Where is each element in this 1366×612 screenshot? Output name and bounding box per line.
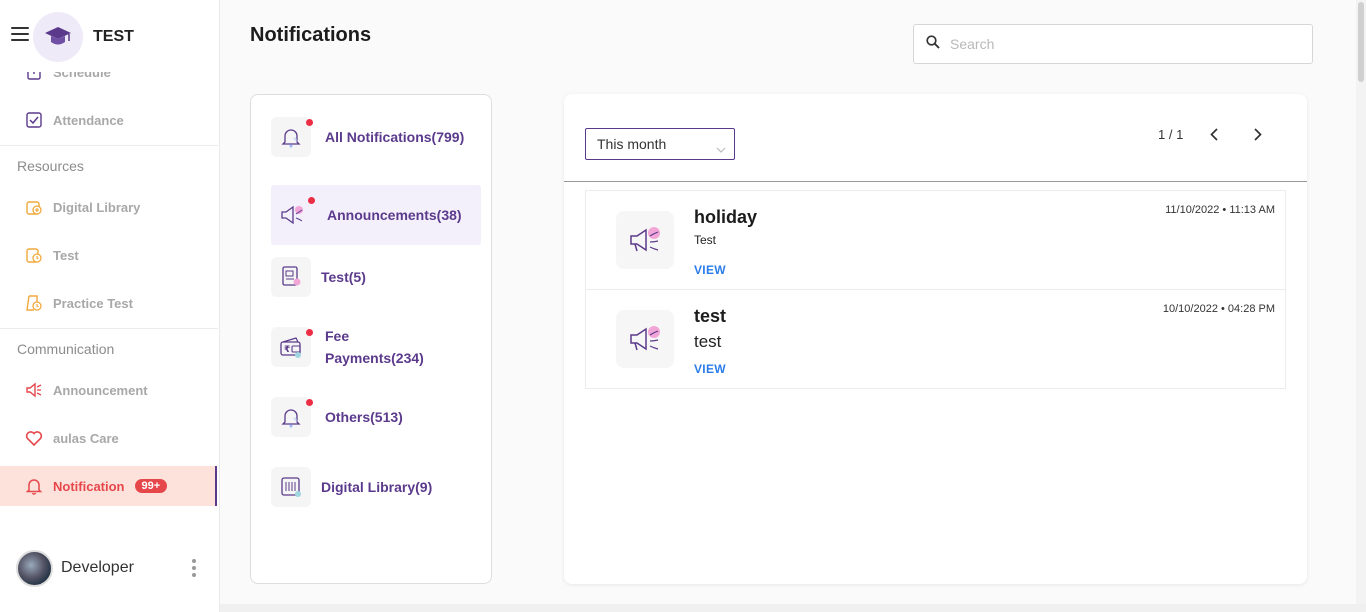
practice-test-icon (25, 294, 43, 312)
divider (0, 328, 218, 329)
section-resources: Resources (17, 158, 84, 174)
sidebar-item-label: Attendance (53, 112, 124, 128)
unread-dot (306, 119, 313, 126)
search-icon (926, 34, 940, 54)
notification-title: holiday (694, 207, 758, 227)
unread-dot (306, 329, 313, 336)
sidebar-item-practice-test[interactable]: Practice Test (0, 283, 217, 323)
sidebar-item-test[interactable]: Test (0, 235, 217, 275)
category-label: Test(5) (321, 269, 366, 285)
sidebar-item-notification[interactable]: Notification 99+ (0, 466, 217, 506)
sidebar-item-aulas-care[interactable]: aulas Care (0, 418, 217, 458)
category-others[interactable]: Others(513) (271, 397, 481, 437)
sidebar-item-label: aulas Care (53, 430, 119, 446)
sidebar-item-label: Announcement (53, 382, 148, 398)
user-name: Developer (61, 559, 134, 576)
notification-body: Test (694, 233, 717, 247)
brand-name: TEST (93, 28, 134, 45)
notification-body: test (694, 332, 722, 351)
user-profile[interactable]: Developer (0, 540, 218, 596)
divider (564, 181, 1307, 182)
chevron-down-icon (716, 140, 726, 156)
checkbox-icon (25, 111, 43, 129)
library-icon (25, 198, 43, 216)
category-label: Announcements(38) (327, 207, 462, 223)
scrollbar[interactable] (1356, 0, 1366, 604)
category-label: Fee Payments(234) (325, 328, 424, 366)
megaphone-icon (273, 195, 315, 235)
notification-item[interactable]: holiday Test VIEW 11/10/2022 • 11:13 AM (585, 190, 1286, 290)
previous-page-chevron-icon[interactable] (1206, 126, 1222, 142)
unread-dot (306, 399, 313, 406)
category-label: All Notifications(799) (325, 129, 465, 145)
sidebar-item-announcement[interactable]: Announcement (0, 370, 217, 410)
sidebar-item-label: Notification (53, 478, 125, 494)
view-link[interactable]: VIEW (694, 362, 726, 376)
megaphone-icon (616, 310, 674, 368)
category-test[interactable]: Test(5) (271, 257, 481, 297)
graduation-cap-logo-icon (33, 12, 83, 62)
bell-icon (271, 397, 313, 437)
category-label: Others(513) (325, 409, 403, 425)
bell-icon (25, 477, 43, 495)
notification-item[interactable]: test test VIEW 10/10/2022 • 04:28 PM (585, 289, 1286, 389)
library-icon (271, 467, 311, 507)
sidebar-item-digital-library[interactable]: Digital Library (0, 187, 217, 227)
notification-title: test (694, 306, 727, 326)
more-options-icon[interactable] (192, 559, 196, 580)
sidebar: Schedule TEST Attendance Resources Digit… (0, 0, 220, 612)
sidebar-header: TEST (0, 0, 218, 72)
next-page-chevron-icon[interactable] (1250, 126, 1266, 142)
sidebar-item-attendance[interactable]: Attendance (0, 100, 217, 140)
megaphone-icon (25, 381, 43, 399)
sidebar-item-label: Practice Test (53, 295, 133, 311)
test-clock-icon (25, 246, 43, 264)
hamburger-menu-icon[interactable] (11, 27, 29, 43)
category-announcements[interactable]: Announcements(38) (271, 185, 481, 245)
sidebar-item-label: Test (53, 247, 79, 263)
bottom-strip (220, 604, 1366, 612)
pagination-text: 1 / 1 (1158, 127, 1184, 142)
heart-icon (25, 429, 43, 447)
test-paper-icon (271, 257, 311, 297)
svg-text:₹: ₹ (284, 345, 290, 355)
notification-timestamp: 11/10/2022 • 11:13 AM (1165, 204, 1275, 216)
wallet-icon: ₹ (271, 327, 313, 367)
period-select[interactable]: This month (585, 128, 735, 160)
notification-list-panel: This month 1 / 1 holiday Test VIEW 11/10… (564, 94, 1307, 584)
sidebar-item-label: Digital Library (53, 199, 141, 215)
search-input[interactable] (950, 36, 1290, 52)
bell-icon (271, 117, 313, 157)
view-link[interactable]: VIEW (694, 263, 726, 277)
unread-dot (308, 197, 315, 204)
notification-count-badge: 99+ (134, 479, 168, 493)
category-fee-payments[interactable]: ₹ Fee Payments(234) (271, 323, 481, 371)
notification-timestamp: 10/10/2022 • 04:28 PM (1162, 303, 1275, 315)
category-all-notifications[interactable]: All Notifications(799) (271, 113, 481, 161)
avatar (16, 549, 53, 587)
category-label: Digital Library(9) (321, 479, 433, 495)
divider (0, 145, 218, 146)
period-select-value: This month (597, 136, 667, 152)
section-communication: Communication (17, 341, 115, 357)
page-title: Notifications (250, 24, 372, 46)
category-panel: All Notifications(799) Announcements(38)… (250, 94, 492, 584)
megaphone-icon (616, 211, 674, 269)
category-digital-library[interactable]: Digital Library(9) (271, 467, 481, 507)
search-box[interactable] (913, 24, 1313, 64)
